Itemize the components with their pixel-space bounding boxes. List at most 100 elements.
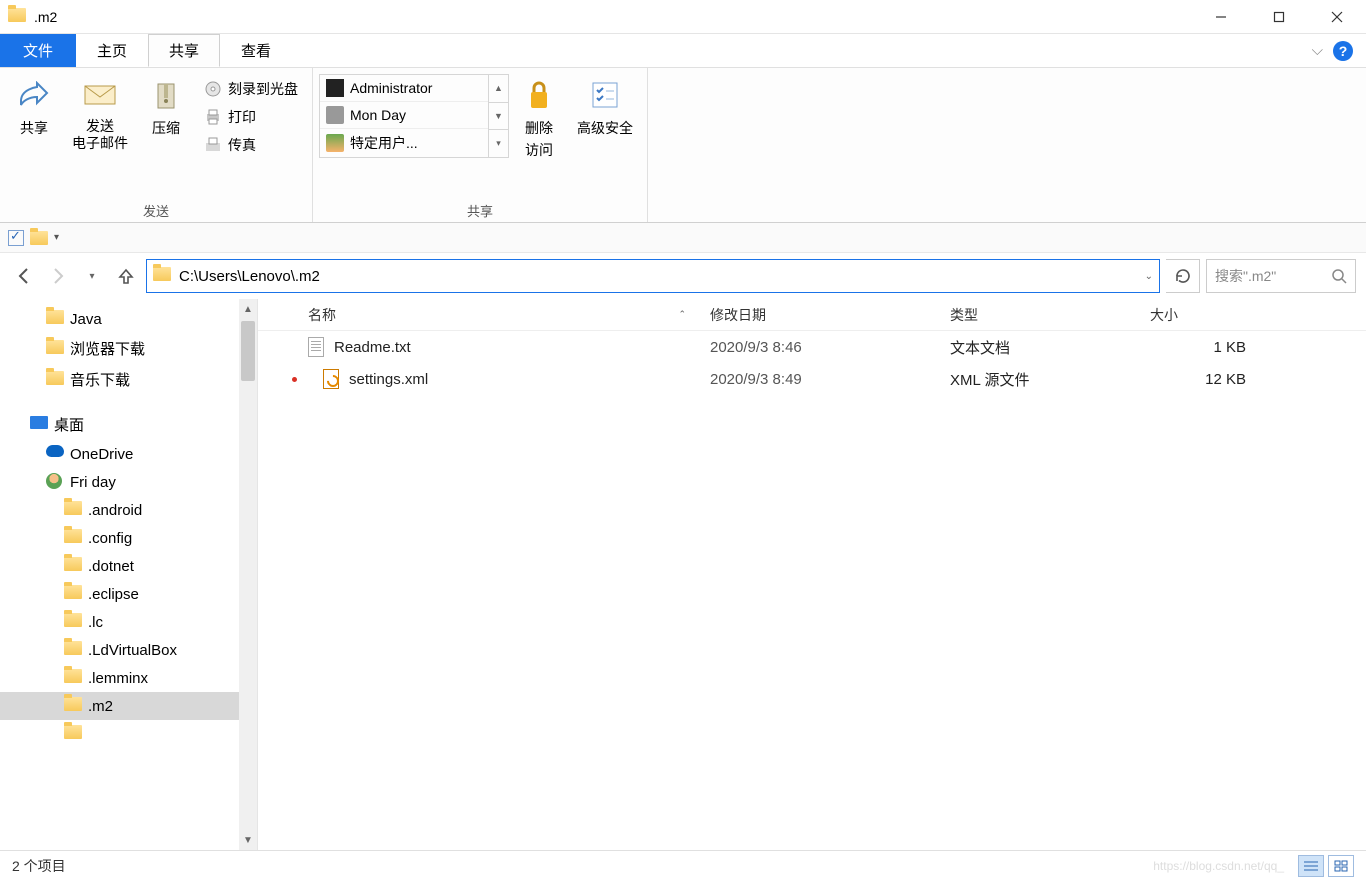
tab-file[interactable]: 文件	[0, 34, 76, 67]
tree-item-friday[interactable]: Fri day	[0, 468, 257, 496]
monday-avatar-icon	[326, 106, 344, 124]
tree-label: .m2	[88, 698, 113, 715]
view-icons-button[interactable]	[1328, 855, 1354, 877]
help-icon[interactable]: ?	[1333, 41, 1353, 61]
search-box[interactable]: 搜索".m2"	[1206, 259, 1356, 293]
fax-button[interactable]: 传真	[196, 132, 306, 158]
address-bar[interactable]: ⌄	[146, 259, 1160, 293]
printer-icon	[204, 108, 222, 126]
spin-up-button[interactable]: ▲	[489, 75, 508, 103]
navigation-pane: Java 浏览器下载 音乐下载 桌面 OneDrive Fri day .and…	[0, 299, 258, 850]
share-arrow-icon	[17, 78, 51, 112]
address-dropdown-icon[interactable]: ⌄	[1145, 271, 1153, 282]
nav-back-button[interactable]	[10, 262, 38, 290]
tree-item-java[interactable]: Java	[0, 305, 257, 333]
tree-label: Fri day	[70, 474, 116, 491]
zip-button[interactable]: 压缩	[138, 72, 194, 138]
tab-home[interactable]: 主页	[76, 34, 148, 67]
ribbon-group-send: 共享 发送 电子邮件 压缩 刻录到光盘 打印 传真 发送	[0, 68, 313, 222]
remove-access-button[interactable]: 删除 访问	[511, 72, 567, 160]
col-type[interactable]: 类型	[938, 305, 1138, 325]
tree-item-lemminx[interactable]: .lemminx	[0, 664, 257, 692]
maximize-button[interactable]	[1250, 0, 1308, 34]
fax-icon	[204, 136, 222, 154]
file-list-pane: 名称⌃ 修改日期 类型 大小 Readme.txt 2020/9/3 8:46 文本…	[258, 299, 1366, 850]
file-name: Readme.txt	[334, 339, 411, 356]
file-row[interactable]: settings.xml2020/9/3 8:49XML 源文件12 KB	[258, 363, 1366, 395]
tree-label: OneDrive	[70, 446, 133, 463]
qat-dropdown-icon[interactable]: ▾	[54, 232, 59, 243]
advanced-security-button[interactable]: 高级安全	[569, 72, 641, 138]
share-target-monday-label: Mon Day	[350, 107, 406, 123]
tree-label: 音乐下载	[70, 369, 130, 390]
tree-item-ldvirtualbox[interactable]: .LdVirtualBox	[0, 636, 257, 664]
tree-item-lc[interactable]: .lc	[0, 608, 257, 636]
group-send-label: 发送	[6, 197, 306, 222]
collapse-ribbon-icon[interactable]: ⌵	[1312, 42, 1323, 59]
status-bar: 2 个项目 https://blog.csdn.net/qq_	[0, 850, 1366, 880]
file-date: 2020/9/3 8:46	[710, 339, 802, 356]
tree-item-music-dl[interactable]: 音乐下载	[0, 364, 257, 395]
lock-icon	[522, 78, 556, 112]
tree-item-m2[interactable]: .m2	[0, 692, 257, 720]
file-type: XML 源文件	[950, 369, 1029, 390]
spin-more-button[interactable]: ▾	[489, 130, 508, 157]
share-target-monday[interactable]: Mon Day	[320, 102, 488, 129]
refresh-button[interactable]	[1166, 259, 1200, 293]
share-targets-spinner: ▲ ▼ ▾	[489, 74, 509, 158]
nav-up-button[interactable]	[112, 262, 140, 290]
column-headers: 名称⌃ 修改日期 类型 大小	[258, 299, 1366, 331]
tab-share[interactable]: 共享	[148, 34, 220, 67]
close-button[interactable]	[1308, 0, 1366, 34]
file-row[interactable]: Readme.txt2020/9/3 8:46文本文档1 KB	[258, 331, 1366, 363]
search-icon	[1331, 268, 1347, 284]
minimize-button[interactable]	[1192, 0, 1250, 34]
share-target-specific-label: 特定用户...	[350, 133, 418, 153]
col-name[interactable]: 名称⌃	[258, 305, 698, 325]
watermark-text: https://blog.csdn.net/qq_	[1153, 859, 1284, 873]
tree-item-eclipse[interactable]: .eclipse	[0, 580, 257, 608]
email-button-label: 发送 电子邮件	[72, 118, 128, 152]
envelope-icon	[83, 78, 117, 112]
address-folder-icon	[153, 267, 171, 285]
scroll-down-icon[interactable]: ▼	[239, 830, 257, 850]
nav-scrollbar[interactable]: ▲ ▼	[239, 299, 257, 850]
print-button[interactable]: 打印	[196, 104, 306, 130]
nav-forward-button[interactable]	[44, 262, 72, 290]
window-folder-icon	[8, 8, 26, 26]
scroll-up-icon[interactable]: ▲	[239, 299, 257, 319]
tree-item-android[interactable]: .android	[0, 496, 257, 524]
share-target-specific[interactable]: 特定用户...	[320, 129, 488, 157]
burn-label: 刻录到光盘	[228, 79, 298, 99]
unsaved-dot-icon	[292, 377, 297, 382]
quick-access-toolbar: ▾	[0, 223, 1366, 253]
zip-icon	[149, 78, 183, 112]
tab-view[interactable]: 查看	[220, 34, 292, 67]
tree-item-onedrive[interactable]: OneDrive	[0, 440, 257, 468]
share-target-administrator[interactable]: Administrator	[320, 75, 488, 102]
burn-disc-button[interactable]: 刻录到光盘	[196, 76, 306, 102]
tree-item-dotnet[interactable]: .dotnet	[0, 552, 257, 580]
tree-item-more[interactable]	[0, 720, 257, 748]
tree-label: .eclipse	[88, 586, 139, 603]
file-type: 文本文档	[950, 337, 1010, 358]
col-date[interactable]: 修改日期	[698, 305, 938, 325]
tree-item-browser-dl[interactable]: 浏览器下载	[0, 333, 257, 364]
advanced-security-label: 高级安全	[577, 118, 633, 138]
file-name: settings.xml	[349, 371, 428, 388]
tree-item-config[interactable]: .config	[0, 524, 257, 552]
address-input[interactable]	[179, 268, 1137, 285]
view-details-button[interactable]	[1298, 855, 1324, 877]
file-size: 12 KB	[1205, 371, 1246, 388]
nav-recent-dropdown[interactable]: ▾	[78, 262, 106, 290]
share-button[interactable]: 共享	[6, 72, 62, 138]
qat-checkbox[interactable]	[8, 230, 24, 246]
ribbon-tabs: 文件 主页 共享 查看 ⌵ ?	[0, 34, 1366, 68]
col-size[interactable]: 大小	[1138, 305, 1258, 325]
email-button[interactable]: 发送 电子邮件	[64, 72, 136, 152]
tree-item-desktop[interactable]: 桌面	[0, 409, 257, 440]
xml-file-icon	[323, 369, 339, 389]
remove-access-l1: 删除	[525, 118, 553, 138]
scroll-thumb[interactable]	[241, 321, 255, 381]
spin-down-button[interactable]: ▼	[489, 103, 508, 131]
